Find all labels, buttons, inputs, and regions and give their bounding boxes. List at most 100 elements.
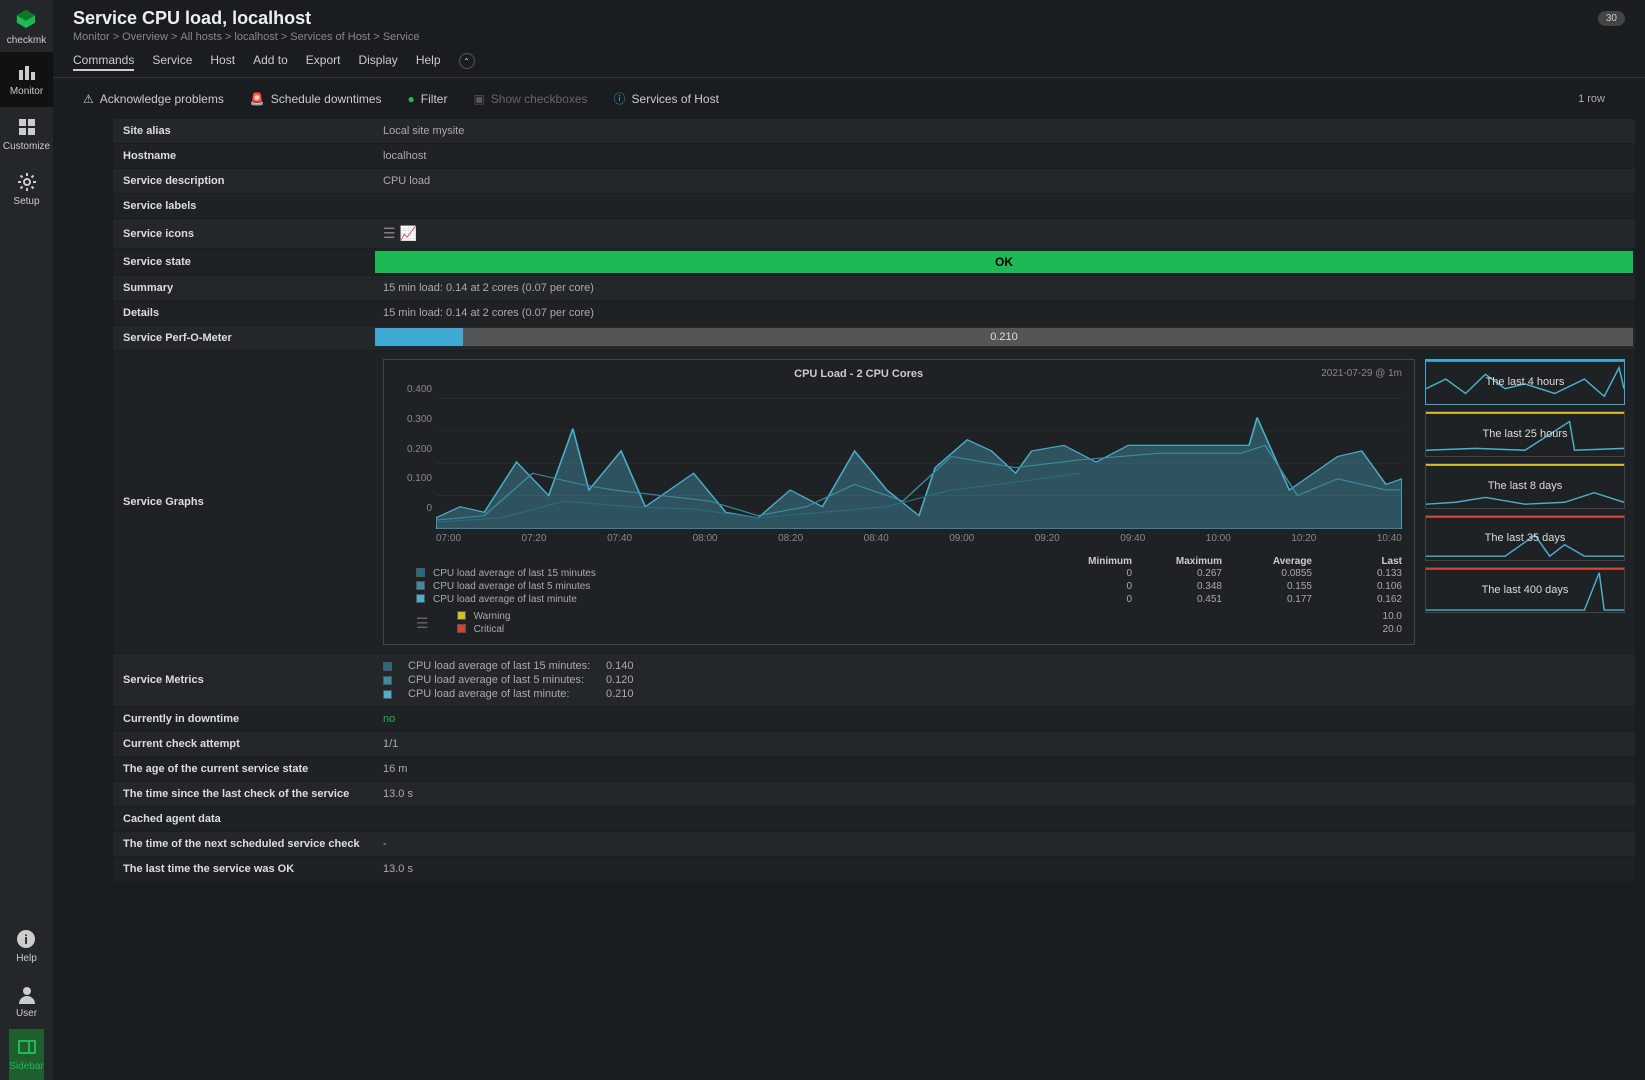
legend-row[interactable]: CPU load average of last 15 minutes00.26…	[416, 567, 1402, 580]
logo[interactable]: checkmk	[7, 0, 46, 52]
label-perfometer: Service Perf-O-Meter	[113, 326, 373, 350]
breadcrumb-item[interactable]: localhost	[234, 31, 277, 43]
svg-text:i: i	[25, 932, 29, 947]
help-icon: i	[16, 929, 36, 949]
perfometer-fill	[375, 328, 463, 346]
warning-icon: ⚠	[83, 92, 94, 106]
main-graph[interactable]: CPU Load - 2 CPU Cores 2021-07-29 @ 1m 0…	[383, 359, 1415, 645]
value-hostname[interactable]: localhost	[373, 144, 1635, 168]
x-axis-labels: 07:0007:2007:4008:0008:2008:4009:0009:20…	[436, 533, 1402, 544]
page-title: Service CPU load, localhost	[73, 8, 311, 29]
thumbnail-graph[interactable]: The last 400 days	[1425, 567, 1625, 613]
value-service-icons: ☰ 📈	[373, 219, 1635, 248]
graph-icon[interactable]: 📈	[400, 225, 417, 242]
thumbnail-graph[interactable]: The last 8 days	[1425, 463, 1625, 509]
legend-threshold: Critical20.0	[457, 623, 1402, 636]
label-time-since: The time since the last check of the ser…	[113, 782, 373, 806]
label-last-ok: The last time the service was OK	[113, 857, 373, 881]
logo-text: checkmk	[7, 35, 46, 46]
user-icon	[17, 984, 37, 1004]
info-icon: ⓘ	[614, 90, 626, 107]
state-badge: OK	[375, 251, 1633, 273]
row-count: 1 row	[1578, 93, 1625, 105]
breadcrumb-item[interactable]: Service	[383, 31, 420, 43]
value-downtime: no	[373, 707, 1635, 731]
sidebar-item-help[interactable]: i Help	[16, 919, 37, 974]
label-hostname: Hostname	[113, 144, 373, 168]
monitor-icon	[17, 62, 37, 82]
label-age-state: The age of the current service state	[113, 757, 373, 781]
label-service-graphs: Service Graphs	[113, 359, 373, 645]
refresh-badge[interactable]: 30	[1598, 11, 1625, 26]
legend-threshold: Warning10.0	[457, 610, 1402, 623]
menu-host[interactable]: Host	[210, 53, 235, 71]
value-service-desc: CPU load	[373, 169, 1635, 193]
checkbox-icon: ▣	[473, 92, 484, 106]
breadcrumb-item[interactable]: All hosts	[180, 31, 222, 43]
menu-icon[interactable]: ☰	[383, 225, 396, 242]
chart-svg	[436, 384, 1402, 529]
schedule-button[interactable]: 🚨 Schedule downtimes	[240, 88, 392, 110]
legend-row[interactable]: CPU load average of last 5 minutes00.348…	[416, 580, 1402, 593]
thumbnail-graph[interactable]: The last 35 days	[1425, 515, 1625, 561]
metrics-list: CPU load average of last 15 minutes:0.14…	[383, 660, 634, 700]
label-check-attempt: Current check attempt	[113, 732, 373, 756]
value-summary: 15 min load: 0.14 at 2 cores (0.07 per c…	[373, 276, 1635, 300]
value-last-ok: 13.0 s	[373, 857, 1635, 881]
menu-service[interactable]: Service	[152, 53, 192, 71]
label-service-state: Service state	[113, 249, 373, 275]
value-check-attempt: 1/1	[373, 732, 1635, 756]
filter-icon: ●	[408, 92, 415, 106]
menu-display[interactable]: Display	[358, 53, 397, 71]
sidebar-item-user[interactable]: User	[16, 974, 37, 1029]
label-cached-agent: Cached agent data	[113, 807, 373, 831]
services-of-host-button[interactable]: ⓘ Services of Host	[604, 86, 729, 111]
sidebar: checkmk Monitor Customize Setup i Help U…	[0, 0, 53, 1080]
siren-icon: 🚨	[250, 92, 265, 106]
gear-icon	[17, 172, 37, 192]
legend-menu-icon[interactable]: ☰	[416, 615, 429, 632]
graph-timestamp: 2021-07-29 @ 1m	[1321, 368, 1402, 380]
thumbnail-graph[interactable]: The last 4 hours	[1425, 359, 1625, 405]
breadcrumb: Monitor>Overview>All hosts>localhost>Ser…	[73, 31, 1625, 43]
sidebar-item-monitor[interactable]: Monitor	[0, 52, 53, 107]
menu-collapse-icon[interactable]: ⌃	[459, 53, 475, 69]
menu-bar: Commands Service Host Add to Export Display He…	[53, 43, 1645, 78]
perfometer[interactable]: 0.210	[375, 328, 1633, 346]
label-service-icons: Service icons	[113, 219, 373, 248]
metric-row: CPU load average of last 5 minutes:0.120	[383, 674, 634, 686]
label-service-labels: Service labels	[113, 194, 373, 218]
sidebar-icon	[17, 1037, 37, 1057]
menu-help[interactable]: Help	[416, 53, 441, 71]
acknowledge-button[interactable]: ⚠ Acknowledge problems	[73, 88, 234, 110]
label-site-alias: Site alias	[113, 119, 373, 143]
value-next-check: -	[373, 832, 1635, 856]
show-checkboxes-button[interactable]: ▣ Show checkboxes	[463, 88, 597, 110]
label-summary: Summary	[113, 276, 373, 300]
value-time-since: 13.0 s	[373, 782, 1635, 806]
menu-export[interactable]: Export	[306, 53, 341, 71]
sidebar-item-setup[interactable]: Setup	[0, 162, 53, 217]
thumbnail-graph[interactable]: The last 25 hours	[1425, 411, 1625, 457]
sidebar-toggle[interactable]: Sidebar	[9, 1029, 43, 1080]
breadcrumb-item[interactable]: Monitor	[73, 31, 110, 43]
graph-title: CPU Load - 2 CPU Cores	[396, 368, 1321, 380]
menu-commands[interactable]: Commands	[73, 53, 134, 71]
logo-icon	[7, 8, 46, 33]
label-details: Details	[113, 301, 373, 325]
value-cached-agent	[373, 807, 1635, 831]
label-next-check: The time of the next scheduled service c…	[113, 832, 373, 856]
legend-row[interactable]: CPU load average of last minute00.4510.1…	[416, 593, 1402, 606]
menu-add-to[interactable]: Add to	[253, 53, 288, 71]
breadcrumb-item[interactable]: Overview	[122, 31, 168, 43]
toolbar: ⚠ Acknowledge problems 🚨 Schedule downti…	[53, 78, 1645, 119]
value-service-labels	[373, 194, 1635, 218]
label-downtime: Currently in downtime	[113, 707, 373, 731]
perfometer-text: 0.210	[990, 331, 1018, 343]
breadcrumb-item[interactable]: Services of Host	[290, 31, 370, 43]
sidebar-item-customize[interactable]: Customize	[0, 107, 53, 162]
filter-button[interactable]: ● Filter	[398, 88, 458, 110]
metric-row: CPU load average of last 15 minutes:0.14…	[383, 660, 634, 672]
value-site-alias: Local site mysite	[373, 119, 1635, 143]
y-axis-labels: 0.4000.3000.2000.1000	[396, 384, 432, 514]
